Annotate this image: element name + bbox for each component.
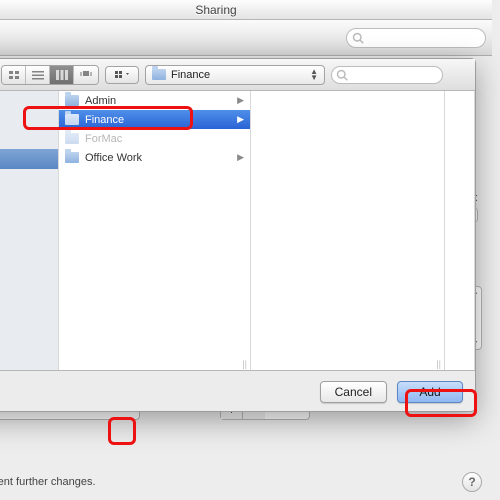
- arrange-icon: [114, 70, 130, 80]
- preferences-search-field[interactable]: [346, 28, 486, 48]
- cancel-label: Cancel: [335, 385, 372, 399]
- path-popup[interactable]: Finance ▲▼: [145, 65, 325, 85]
- sidebar-item[interactable]: ac: [0, 287, 58, 307]
- sidebar-item[interactable]: loads: [0, 189, 58, 209]
- folder-column-3: [445, 91, 475, 370]
- folder-icon: [152, 69, 166, 80]
- column-resize-handle[interactable]: ||: [436, 359, 441, 369]
- folder-icon: [65, 152, 79, 163]
- view-icons-button[interactable]: [2, 66, 26, 84]
- search-icon: [352, 32, 364, 44]
- sidebar-item-desktop[interactable]: top: [0, 149, 58, 169]
- folder-label: Finance: [85, 114, 124, 126]
- arrange-button[interactable]: [105, 66, 139, 84]
- sheet-search-field[interactable]: [331, 66, 443, 84]
- sheet-toolbar: ◀ ▶ Finance ▲▼: [0, 59, 475, 91]
- help-button[interactable]: ?: [462, 472, 482, 492]
- sidebar-item[interactable]: c: [0, 229, 58, 249]
- chevron-right-icon: ▶: [237, 95, 244, 106]
- search-icon: [336, 69, 348, 81]
- chevron-right-icon: ▶: [237, 152, 244, 163]
- chevron-right-icon: ▶: [237, 114, 244, 125]
- folder-label: ForMac: [85, 133, 122, 145]
- preferences-toolbar: All: [0, 20, 492, 56]
- folder-icon: [65, 133, 79, 144]
- folder-picker-sheet: ◀ ▶ Finance ▲▼: [0, 58, 476, 412]
- window-titlebar: Sharing: [0, 0, 492, 20]
- folder-icon: [65, 114, 79, 125]
- sidebar-item[interactable]: y Files: [0, 109, 58, 129]
- folder-column-2: ||: [251, 91, 445, 370]
- view-mode-segment: [1, 65, 99, 85]
- add-button[interactable]: Add: [397, 381, 463, 403]
- view-columns-button[interactable]: [50, 66, 74, 84]
- column-resize-handle[interactable]: ||: [242, 359, 247, 369]
- sidebar-column: y Files cations top ments loads es c es …: [0, 91, 59, 370]
- view-list-button[interactable]: [26, 66, 50, 84]
- folder-label: Admin: [85, 95, 116, 107]
- sidebar-item[interactable]: es: [0, 209, 58, 229]
- lock-row: ck to prevent further changes. ?: [0, 472, 482, 492]
- folder-column-1: Admin ▶ Finance ▶ ForMac Office Work ▶ |…: [59, 91, 251, 370]
- folder-item-finance[interactable]: Finance ▶: [59, 110, 250, 129]
- cancel-button[interactable]: Cancel: [320, 381, 387, 403]
- add-label: Add: [419, 385, 440, 399]
- sidebar-item[interactable]: ments: [0, 169, 58, 189]
- folder-item-officework[interactable]: Office Work ▶: [59, 148, 250, 167]
- sidebar-header: [0, 91, 58, 109]
- sidebar-item[interactable]: es: [0, 249, 58, 269]
- window-title: Sharing: [195, 3, 236, 17]
- sheet-button-row: Cancel Add: [320, 381, 463, 403]
- path-label: Finance: [171, 69, 210, 81]
- folder-item-admin[interactable]: Admin ▶: [59, 91, 250, 110]
- column-browser: y Files cations top ments loads es c es …: [0, 91, 475, 371]
- folder-item-formac[interactable]: ForMac: [59, 129, 250, 148]
- folder-icon: [65, 95, 79, 106]
- view-coverflow-button[interactable]: [74, 66, 98, 84]
- sidebar-header: [0, 269, 58, 287]
- sidebar-item[interactable]: cations: [0, 129, 58, 149]
- lock-text: ck to prevent further changes.: [0, 476, 96, 488]
- folder-label: Office Work: [85, 152, 142, 164]
- chevron-updown-icon: ▲▼: [310, 69, 318, 81]
